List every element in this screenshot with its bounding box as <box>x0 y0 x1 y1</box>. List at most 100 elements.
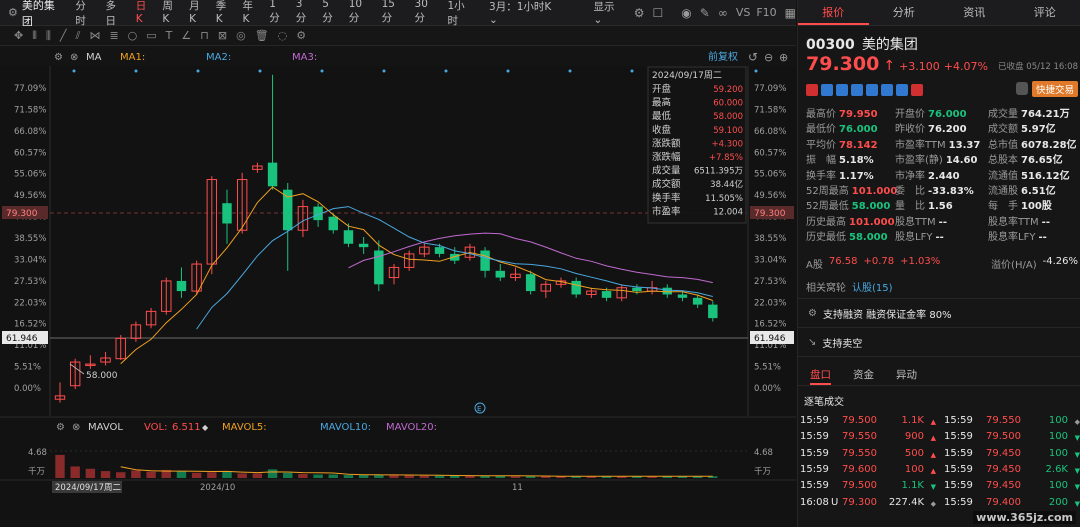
timeframe-tab[interactable]: 日K <box>131 0 158 28</box>
event-dot[interactable] <box>320 69 324 73</box>
timeframe-tab[interactable]: 多日 <box>101 0 131 28</box>
short-row: ↘ 支持卖空 <box>798 329 1080 357</box>
candle-body[interactable] <box>571 280 581 295</box>
candle-body[interactable] <box>632 287 642 292</box>
candle-body[interactable] <box>434 247 445 254</box>
candle-body[interactable] <box>601 291 612 298</box>
timeframe-tab[interactable]: 年K <box>238 0 265 28</box>
event-dot[interactable] <box>754 69 758 73</box>
stock-title[interactable]: ⚙ 美的集团 <box>0 0 70 29</box>
event-dot[interactable] <box>382 69 386 73</box>
timeframe-tab[interactable]: 1小时 <box>442 0 479 28</box>
angle-icon[interactable]: ∠ <box>181 29 191 42</box>
fib-icon[interactable]: ≣ <box>109 29 118 42</box>
candle-body[interactable] <box>480 250 490 271</box>
quote-tab[interactable]: 分析 <box>869 0 940 25</box>
pen-icon[interactable]: ✎ <box>700 6 710 20</box>
adjust-label[interactable]: 前复权 <box>708 50 738 63</box>
trade-direction-icon: ▼ <box>930 483 936 492</box>
bell-icon[interactable] <box>1016 82 1028 95</box>
gear-icon[interactable]: ⚙ <box>8 6 18 19</box>
back-icon[interactable]: ↺ <box>748 50 758 64</box>
trash-icon[interactable]: 🗑 <box>255 29 269 42</box>
candle-body[interactable] <box>525 274 536 292</box>
lock-icon[interactable]: ⊠ <box>218 29 227 42</box>
camera-icon[interactable]: ◉ <box>681 6 691 20</box>
channel-icon[interactable]: ⋈ <box>89 29 100 42</box>
toggle-icon[interactable]: ◌ <box>278 29 288 42</box>
volume-bar <box>55 454 65 478</box>
gear-icon[interactable]: ⚙ <box>54 52 63 63</box>
crosshair-icon[interactable]: ✥ <box>14 29 23 42</box>
timeframe-tab[interactable]: 季K <box>211 0 238 28</box>
candle-body[interactable] <box>176 280 187 292</box>
warrant-row[interactable]: 相关窝轮 认股(15) <box>806 279 893 294</box>
bottom-tab[interactable]: 异动 <box>896 364 917 385</box>
circle-icon[interactable]: ○ <box>128 29 138 42</box>
event-dot[interactable] <box>134 69 138 73</box>
close-icon[interactable]: ⊗ <box>70 52 78 63</box>
rect-icon[interactable]: ▭ <box>146 29 156 42</box>
candle-body[interactable] <box>495 270 505 278</box>
candle-body[interactable] <box>708 304 718 319</box>
timeframe-tab[interactable]: 15分 <box>377 0 410 28</box>
magnet-icon[interactable]: ⊓ <box>200 29 209 42</box>
link-icon[interactable]: ∞ <box>718 6 728 20</box>
range-select[interactable]: 3月：1小时K ⌄ <box>489 0 561 26</box>
event-dot[interactable] <box>506 69 510 73</box>
candle-body[interactable] <box>267 162 278 187</box>
timeframe-tab[interactable]: 30分 <box>410 0 443 28</box>
event-dot[interactable] <box>630 69 634 73</box>
vs-button[interactable]: VS <box>736 6 751 19</box>
settings-small-icon[interactable]: ⚙ <box>296 29 306 42</box>
quote-tab[interactable]: 报价 <box>798 0 869 25</box>
f10-button[interactable]: F10 <box>756 6 776 19</box>
settings-icon[interactable]: ⚙ <box>634 6 645 20</box>
timeframe-tab[interactable]: 3分 <box>291 0 318 28</box>
trend-line-icon[interactable]: ╱ <box>60 29 67 42</box>
zoom-out-icon[interactable]: ⊖ <box>764 51 773 64</box>
candle-body[interactable] <box>692 297 703 305</box>
ashare-row[interactable]: A股 76.58 +0.78 +1.03% 溢价(H/A) -4.26% <box>806 256 1078 271</box>
event-dot[interactable] <box>444 69 448 73</box>
display-menu[interactable]: 显示 ⌄ <box>593 0 625 26</box>
heart-icon[interactable] <box>911 84 923 96</box>
quick-trade-button[interactable]: 快捷交易 <box>1032 81 1079 97</box>
eye-icon[interactable]: ◎ <box>236 29 246 42</box>
event-dot[interactable] <box>258 69 262 73</box>
candles-icon[interactable]: ⫼ <box>46 29 51 43</box>
trade-direction-icon: ▲ <box>930 418 936 426</box>
bars-icon[interactable]: ⫴ <box>32 29 37 43</box>
event-dot[interactable] <box>72 69 76 73</box>
timeframe-tab[interactable]: 5分 <box>317 0 344 28</box>
candle-body[interactable] <box>358 243 369 248</box>
timeframe-tab[interactable]: 周K <box>157 0 184 28</box>
event-dot[interactable] <box>196 69 200 73</box>
zoom-in-icon[interactable]: ⊕ <box>779 51 788 64</box>
kline-chart[interactable]: ⚙ ⊗ MA MA1: MA2: MA3: 前复权 ↺ ⊖ ⊕ 77.09% 77.09% 71.58%… <box>0 46 796 527</box>
quote-tab[interactable]: 评论 <box>1010 0 1080 25</box>
checkbox-icon[interactable]: ☐ <box>653 6 664 20</box>
stat-value: -33.83% <box>928 186 974 197</box>
timeframe-tab[interactable]: 分时 <box>70 0 100 28</box>
warrant-link[interactable]: 认股(15) <box>852 279 893 294</box>
bottom-tab[interactable]: 资金 <box>853 364 874 385</box>
grid-icon[interactable]: ▦ <box>785 6 796 20</box>
quote-tab[interactable]: 资讯 <box>939 0 1010 25</box>
timeframe-tab[interactable]: 1分 <box>264 0 291 28</box>
candle-body[interactable] <box>677 294 688 298</box>
candle-body[interactable] <box>328 216 338 231</box>
volume-bar <box>358 475 369 478</box>
candle-body[interactable] <box>662 287 672 295</box>
event-dot[interactable] <box>568 69 572 73</box>
timeframe-tab[interactable]: 月K <box>184 0 211 28</box>
candle-body[interactable] <box>222 203 232 224</box>
timeframe-tab[interactable]: 10分 <box>344 0 377 28</box>
candle-body[interactable] <box>283 189 293 231</box>
candle-body[interactable] <box>343 230 354 244</box>
bottom-tab[interactable]: 盘口 <box>810 364 831 385</box>
vol-gear-icon[interactable]: ⚙ <box>56 422 65 433</box>
vol-close-icon[interactable]: ⊗ <box>72 422 80 433</box>
text-icon[interactable]: T <box>166 29 173 42</box>
parallel-icon[interactable]: ⫽ <box>76 29 81 43</box>
